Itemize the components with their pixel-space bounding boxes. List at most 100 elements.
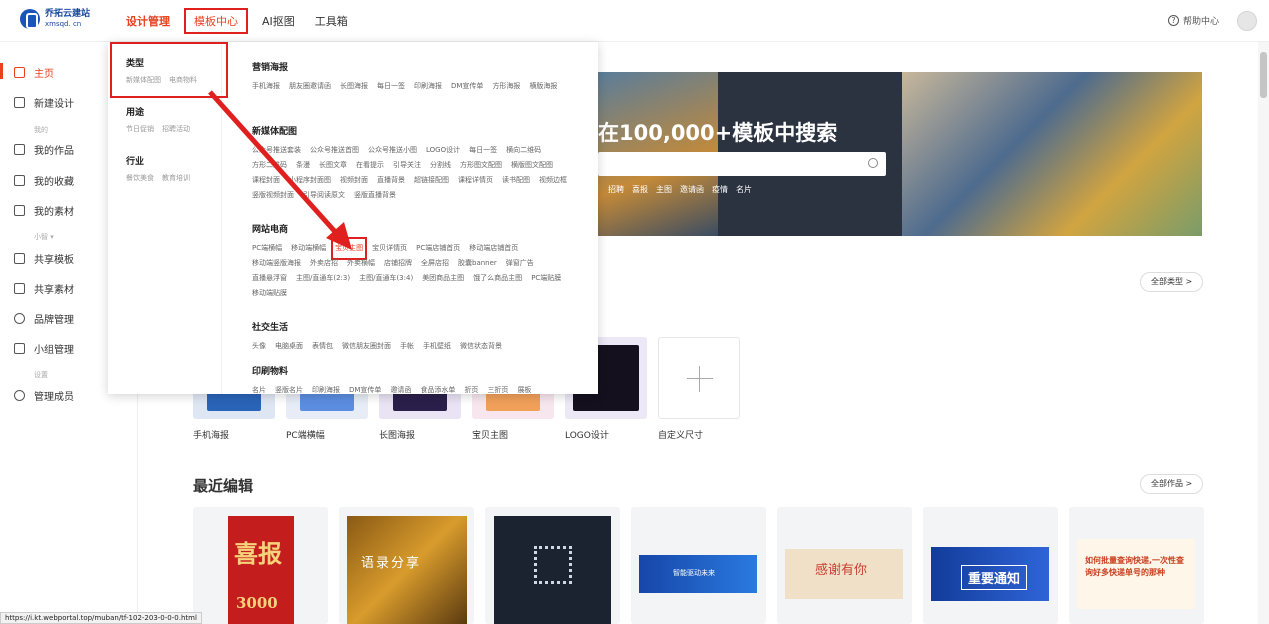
category-item[interactable]: 印刷海报 [312, 383, 340, 398]
hot-tag[interactable]: 疫情 [712, 184, 728, 195]
category-item[interactable]: 方形图文配图 [460, 158, 502, 173]
category-item[interactable]: 每日一签 [377, 79, 405, 94]
filter-option[interactable]: 餐饮美食 [126, 174, 154, 182]
category-item[interactable]: 每日一签 [469, 143, 497, 158]
category-item[interactable]: PC端横幅 [252, 241, 282, 256]
category-item[interactable]: 移动端竖版海报 [252, 256, 301, 271]
category-item[interactable]: 直播背景 [377, 173, 405, 188]
quick-label[interactable]: LOGO设计 [565, 428, 658, 441]
category-item[interactable]: 印刷海报 [414, 79, 442, 94]
quick-label[interactable]: 自定义尺寸 [658, 428, 751, 441]
category-item[interactable]: 引导阅读原文 [303, 188, 345, 203]
sidebar-item-members[interactable]: 管理成员 [14, 388, 74, 403]
all-types-button[interactable]: 全部类型 > [1140, 272, 1204, 292]
recent-card[interactable]: 重要通知 [923, 507, 1058, 624]
help-center-link[interactable]: ? 帮助中心 [1167, 14, 1219, 27]
category-item[interactable]: 手帐 [400, 339, 414, 354]
category-item[interactable]: 超链接配图 [414, 173, 449, 188]
category-item[interactable]: 公众号推送套装 [252, 143, 301, 158]
section-label-team[interactable]: 小智 ▾ [34, 232, 54, 242]
sidebar-item-my-assets[interactable]: 我的素材 [14, 203, 74, 218]
sidebar-item-new-design[interactable]: 新建设计 [14, 95, 74, 110]
category-item[interactable]: 手机壁纸 [423, 339, 451, 354]
sidebar-item-shared-templates[interactable]: 共享模板 [14, 251, 74, 266]
category-item[interactable]: 长图海报 [340, 79, 368, 94]
scrollbar-thumb[interactable] [1260, 52, 1267, 98]
category-item[interactable]: 公众号推送小图 [368, 143, 417, 158]
sidebar-item-home[interactable]: 主页 [14, 65, 54, 80]
template-search-input[interactable] [598, 152, 886, 176]
category-item[interactable]: 宝贝主图 [331, 237, 368, 260]
category-item[interactable]: 胶囊banner [458, 256, 497, 271]
nav-template-center[interactable]: 模板中心 [184, 8, 248, 34]
category-item[interactable]: DM宣传单 [451, 79, 483, 94]
filter-option[interactable]: 新媒体配图 [126, 76, 161, 84]
category-item[interactable]: 在看提示 [356, 158, 384, 173]
category-item[interactable]: 全屏店招 [421, 256, 449, 271]
category-item[interactable]: 头像 [252, 339, 266, 354]
nav-ai-cutout[interactable]: AI抠图 [262, 13, 295, 29]
quick-card-custom-size[interactable] [658, 337, 740, 419]
category-item[interactable]: 竖版名片 [275, 383, 303, 398]
category-item[interactable]: 方形二维码 [252, 158, 287, 173]
category-item[interactable]: 竖版视频封面 [252, 188, 294, 203]
quick-label[interactable]: PC端横幅 [286, 428, 379, 441]
category-item[interactable]: 移动端贴膜 [252, 286, 287, 301]
category-item[interactable]: 直播悬浮窗 [252, 271, 287, 286]
category-item[interactable]: 小程序封面图 [289, 173, 331, 188]
category-item[interactable]: 课程封面 [252, 173, 280, 188]
category-item[interactable]: 长图文章 [319, 158, 347, 173]
recent-card[interactable] [485, 507, 620, 624]
category-item[interactable]: 横版图文配图 [511, 158, 553, 173]
sidebar-item-favorites[interactable]: 我的收藏 [14, 173, 74, 188]
sidebar-item-shared-assets[interactable]: 共享素材 [14, 281, 74, 296]
filter-option[interactable]: 招聘活动 [162, 125, 190, 133]
category-item[interactable]: 美团商品主图 [422, 271, 464, 286]
hot-tag[interactable]: 邀请函 [680, 184, 704, 195]
hot-tag[interactable]: 主图 [656, 184, 672, 195]
category-item[interactable]: 弹窗广告 [506, 256, 534, 271]
category-item[interactable]: 横向二维码 [506, 143, 541, 158]
category-item[interactable]: 食品添水单 [420, 383, 455, 398]
hot-tag[interactable]: 喜报 [632, 184, 648, 195]
user-avatar[interactable] [1237, 11, 1257, 31]
search-icon[interactable] [868, 158, 878, 168]
hot-tag[interactable]: 招聘 [608, 184, 624, 195]
category-item[interactable]: PC端贴膜 [531, 271, 561, 286]
filter-option[interactable]: 教育培训 [162, 174, 190, 182]
nav-toolbox[interactable]: 工具箱 [315, 13, 348, 29]
recent-card[interactable]: 喜报 3000 [193, 507, 328, 624]
hot-tag[interactable]: 名片 [736, 184, 752, 195]
category-item[interactable]: 邀请函 [390, 383, 411, 398]
recent-card[interactable]: 智能驱动未来 [631, 507, 766, 624]
category-item[interactable]: 店铺招牌 [384, 256, 412, 271]
category-item[interactable]: 外卖横幅 [347, 256, 375, 271]
category-item[interactable]: 外卖店招 [310, 256, 338, 271]
category-item[interactable]: 主图/直通车(2:3) [296, 271, 350, 286]
recent-card[interactable]: 感谢有你 [777, 507, 912, 624]
category-item[interactable]: 名片 [252, 383, 266, 398]
category-item[interactable]: 饿了么商品主图 [473, 271, 522, 286]
category-item[interactable]: 视频封面 [340, 173, 368, 188]
category-item[interactable]: 公众号推送首图 [310, 143, 359, 158]
category-item[interactable]: 条漫 [296, 158, 310, 173]
quick-label[interactable]: 长图海报 [379, 428, 472, 441]
filter-option[interactable]: 电商物料 [169, 76, 197, 84]
quick-label[interactable]: 宝贝主图 [472, 428, 565, 441]
site-logo[interactable]: 乔拓云建站 xmsqd. cn [20, 9, 90, 29]
sidebar-item-groups[interactable]: 小组管理 [14, 341, 74, 356]
category-item[interactable]: 主图/直通车(3:4) [359, 271, 413, 286]
nav-design-manage[interactable]: 设计管理 [126, 13, 170, 29]
category-item[interactable]: 横版海报 [529, 79, 557, 94]
category-item[interactable]: 折页 [464, 383, 478, 398]
category-item[interactable]: DM宣传单 [349, 383, 381, 398]
category-item[interactable]: 表情包 [312, 339, 333, 354]
all-works-button[interactable]: 全部作品 > [1140, 474, 1204, 494]
sidebar-item-brand[interactable]: 品牌管理 [14, 311, 74, 326]
category-item[interactable]: 移动端横幅 [291, 241, 326, 256]
category-item[interactable]: 课程详情页 [458, 173, 493, 188]
category-item[interactable]: 分割线 [430, 158, 451, 173]
category-item[interactable]: 读书配图 [502, 173, 530, 188]
recent-card[interactable]: 语录分享 [339, 507, 474, 624]
category-item[interactable]: 微信朋友圈封面 [342, 339, 391, 354]
